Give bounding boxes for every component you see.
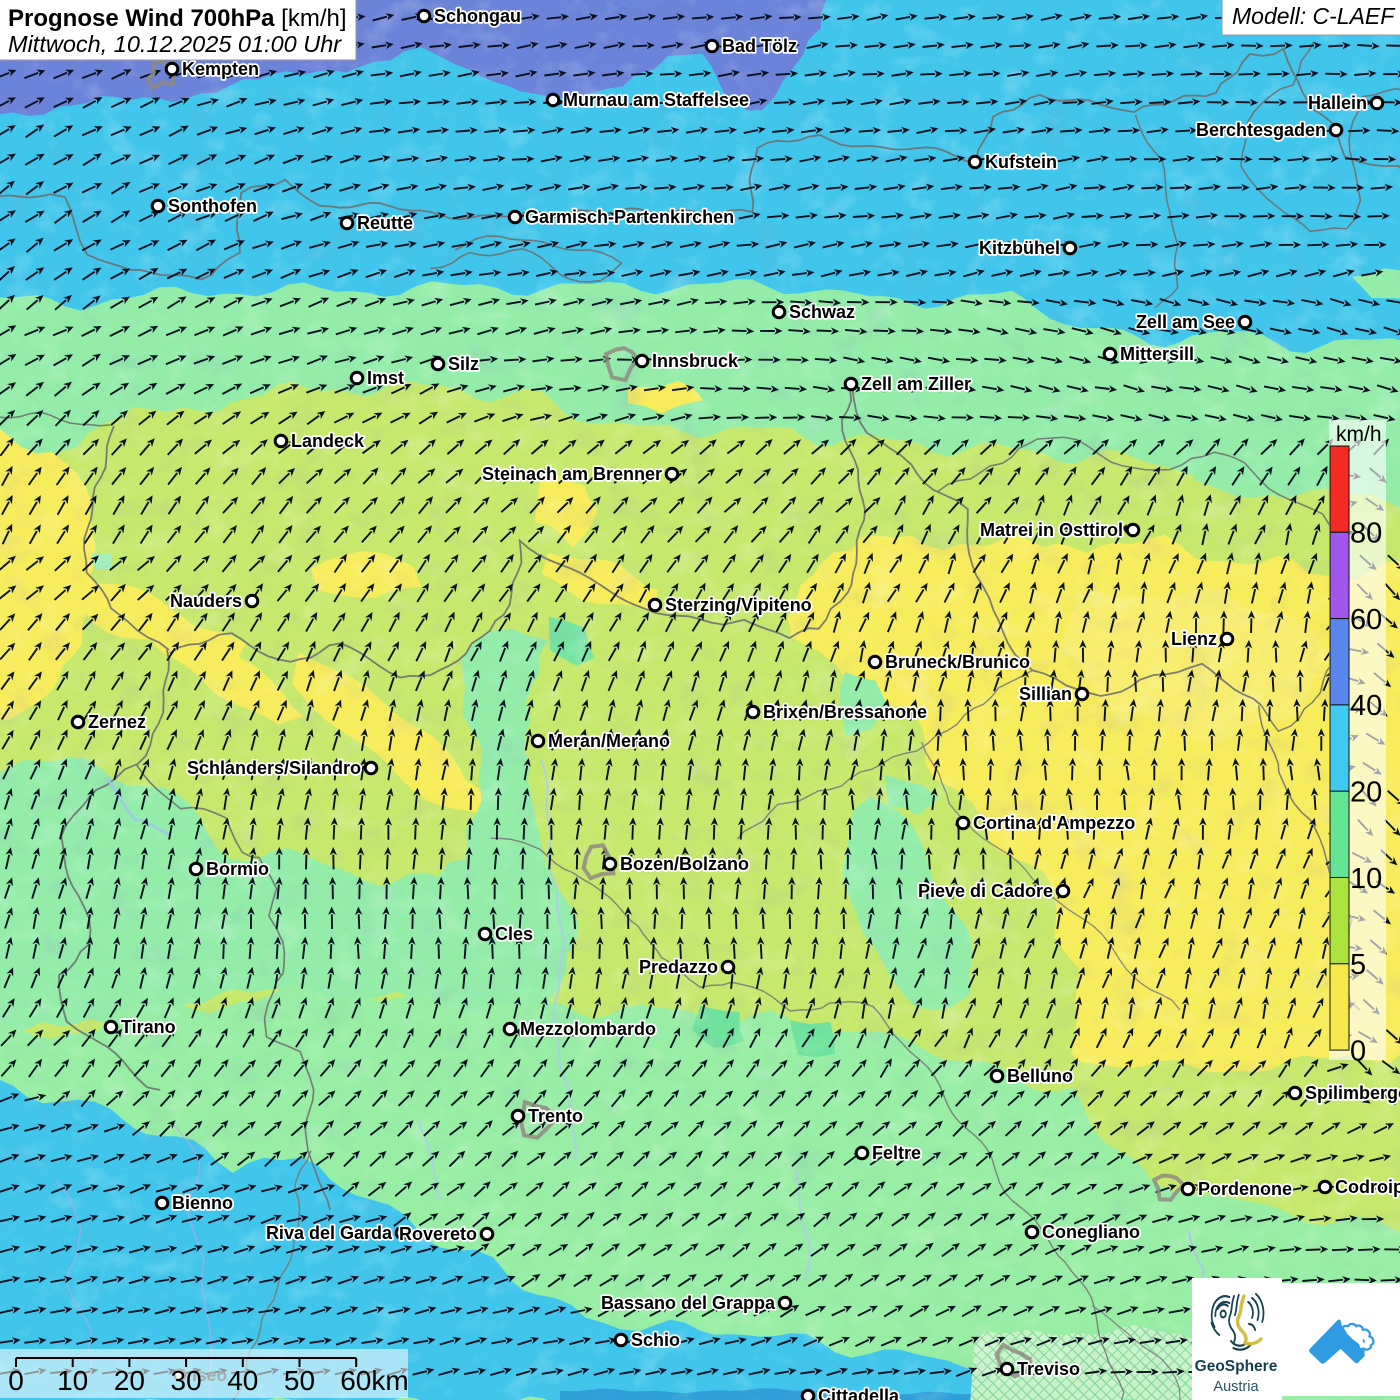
svg-text:Schlanders/Silandro: Schlanders/Silandro [187, 758, 361, 778]
svg-text:40: 40 [1350, 690, 1382, 722]
svg-text:Belluno: Belluno [1007, 1066, 1073, 1086]
svg-text:Kufstein: Kufstein [985, 152, 1057, 172]
svg-text:Lienz: Lienz [1171, 629, 1217, 649]
svg-text:Bad Tölz: Bad Tölz [722, 36, 797, 56]
svg-text:60: 60 [1350, 604, 1382, 636]
svg-text:Modell: C-LAEF: Modell: C-LAEF [1232, 3, 1396, 29]
svg-text:10: 10 [57, 1365, 88, 1396]
svg-text:Brixen/Bressanone: Brixen/Bressanone [763, 702, 927, 722]
svg-text:30: 30 [171, 1365, 202, 1396]
svg-text:Mittersill: Mittersill [1120, 344, 1194, 364]
svg-text:80: 80 [1350, 518, 1382, 550]
svg-text:Austria: Austria [1213, 1379, 1259, 1395]
svg-text:Steinach am Brenner: Steinach am Brenner [482, 464, 662, 484]
svg-text:Silz: Silz [448, 354, 479, 374]
svg-text:Hallein: Hallein [1308, 93, 1367, 113]
svg-text:Treviso: Treviso [1017, 1359, 1080, 1379]
svg-text:5: 5 [1350, 949, 1366, 981]
svg-text:Bruneck/Brunico: Bruneck/Brunico [885, 652, 1030, 672]
svg-text:Tirano: Tirano [121, 1017, 176, 1037]
svg-text:Kempten: Kempten [182, 59, 259, 79]
svg-text:Meran/Merano: Meran/Merano [548, 731, 670, 751]
svg-text:Matrei in Osttirol: Matrei in Osttirol [980, 520, 1123, 540]
svg-text:Murnau am Staffelsee: Murnau am Staffelsee [563, 90, 749, 110]
svg-text:Bassano del Grappa: Bassano del Grappa [601, 1293, 776, 1313]
svg-text:Prognose Wind 700hPa [km/h]: Prognose Wind 700hPa [km/h] [8, 5, 347, 32]
svg-text:Pieve di Cadore: Pieve di Cadore [918, 881, 1053, 901]
svg-text:0: 0 [8, 1365, 24, 1396]
svg-text:Zell am See: Zell am See [1136, 312, 1235, 332]
svg-text:Predazzo: Predazzo [639, 957, 718, 977]
svg-text:Innsbruck: Innsbruck [652, 351, 739, 371]
svg-text:Sterzing/Vipiteno: Sterzing/Vipiteno [665, 595, 812, 615]
svg-text:Cortina d'Ampezzo: Cortina d'Ampezzo [973, 813, 1135, 833]
svg-text:km/h: km/h [1336, 423, 1382, 446]
svg-text:Bienno: Bienno [172, 1193, 233, 1213]
svg-text:Schongau: Schongau [434, 6, 521, 26]
svg-text:Cittadella: Cittadella [818, 1386, 900, 1400]
svg-text:Sillian: Sillian [1019, 684, 1072, 704]
svg-text:Zernez: Zernez [88, 712, 146, 732]
svg-text:Bozen/Bolzano: Bozen/Bolzano [620, 854, 749, 874]
svg-text:Kitzbühel: Kitzbühel [979, 238, 1060, 258]
svg-text:40: 40 [227, 1365, 258, 1396]
svg-text:60km: 60km [340, 1365, 408, 1396]
svg-text:Garmisch-Partenkirchen: Garmisch-Partenkirchen [525, 207, 734, 227]
svg-text:Reutte: Reutte [357, 213, 413, 233]
svg-text:0: 0 [1350, 1035, 1366, 1067]
svg-text:Cles: Cles [495, 924, 533, 944]
svg-text:Schwaz: Schwaz [789, 302, 855, 322]
svg-text:Schio: Schio [631, 1330, 680, 1350]
svg-text:50: 50 [284, 1365, 315, 1396]
svg-text:Nauders: Nauders [170, 591, 242, 611]
svg-text:GeoSphere: GeoSphere [1195, 1358, 1278, 1375]
svg-text:10: 10 [1350, 863, 1382, 895]
svg-text:Zell am Ziller: Zell am Ziller [861, 374, 971, 394]
svg-text:Conegliano: Conegliano [1042, 1222, 1140, 1242]
svg-text:Spilimbergo: Spilimbergo [1305, 1083, 1400, 1103]
svg-text:Sonthofen: Sonthofen [168, 196, 257, 216]
svg-text:Pordenone: Pordenone [1198, 1179, 1292, 1199]
svg-text:Trento: Trento [528, 1106, 583, 1126]
svg-text:Berchtesgaden: Berchtesgaden [1196, 120, 1326, 140]
svg-text:Mezzolombardo: Mezzolombardo [520, 1019, 656, 1039]
svg-text:20: 20 [114, 1365, 145, 1396]
svg-text:Feltre: Feltre [872, 1143, 921, 1163]
svg-text:Mittwoch, 10.12.2025 01:00 Uhr: Mittwoch, 10.12.2025 01:00 Uhr [8, 31, 342, 57]
svg-text:Riva del Garda: Riva del Garda [266, 1223, 393, 1243]
svg-text:Rovereto: Rovereto [399, 1224, 477, 1244]
svg-text:Codroipo: Codroipo [1335, 1177, 1400, 1197]
svg-text:Landeck: Landeck [291, 431, 365, 451]
svg-text:Imst: Imst [367, 368, 404, 388]
svg-text:Bormio: Bormio [206, 859, 269, 879]
svg-text:20: 20 [1350, 777, 1382, 809]
